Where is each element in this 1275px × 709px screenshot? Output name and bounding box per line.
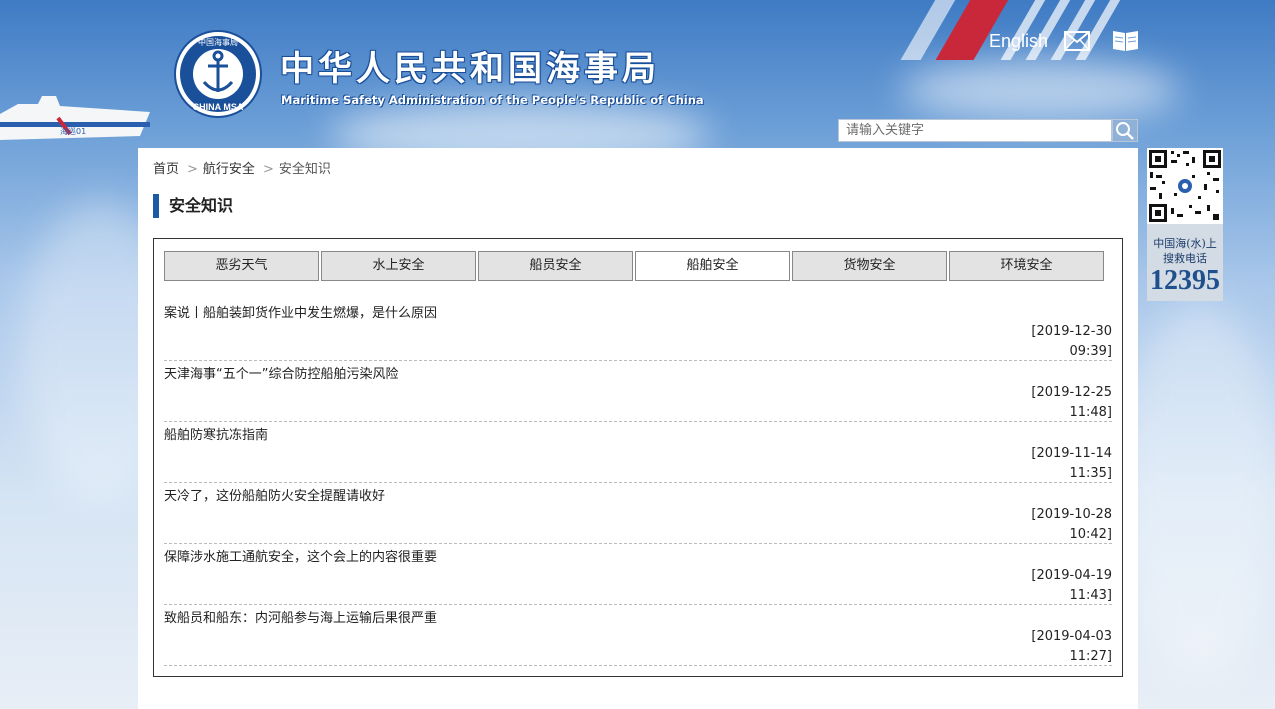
news-title-link[interactable]: 船舶防寒抗冻指南: [164, 424, 268, 443]
svg-text:中国海事局: 中国海事局: [198, 37, 238, 47]
list-item: 天冷了，这份船舶防火安全提醒请收好 [2019-10-28 10:42]: [164, 483, 1112, 544]
list-item: 致船员和船东：内河船参与海上运输后果很严重 [2019-04-03 11:27]: [164, 605, 1112, 666]
hotline-label: 中国海(水)上 搜救电话: [1153, 237, 1217, 265]
book-icon[interactable]: [1112, 28, 1139, 52]
breadcrumb-navigation-safety[interactable]: 航行安全: [203, 162, 255, 177]
mail-icon[interactable]: [1064, 31, 1090, 51]
site-header: 海巡01 中国海事局 CHINA MSA 中华人民共和国海事局 Maritime…: [0, 0, 1275, 148]
tab-water-safety[interactable]: 水上安全: [321, 251, 476, 281]
breadcrumb: 首页 > 航行安全 > 安全知识: [153, 158, 331, 177]
news-title-link[interactable]: 保障涉水施工通航安全，这个会上的内容很重要: [164, 546, 437, 565]
breadcrumb-separator: >: [262, 162, 274, 177]
news-date: [2019-10-28 10:42]: [1031, 507, 1112, 542]
list-item: 保障涉水施工通航安全，这个会上的内容很重要 [2019-04-19 11:43]: [164, 544, 1112, 605]
news-date: [2019-12-25 11:48]: [1031, 385, 1112, 420]
site-title-cn: 中华人民共和国海事局: [280, 49, 660, 89]
search-button[interactable]: [1112, 119, 1138, 142]
msa-logo[interactable]: 中国海事局 CHINA MSA: [174, 30, 262, 118]
breadcrumb-home[interactable]: 首页: [153, 162, 179, 177]
hotline-panel[interactable]: 中国海(水)上 搜救电话 12395: [1147, 148, 1223, 301]
search-input[interactable]: [838, 119, 1112, 142]
svg-text:CHINA MSA: CHINA MSA: [193, 102, 244, 112]
breadcrumb-current: 安全知识: [278, 162, 331, 177]
news-title-link[interactable]: 天津海事“五个一”综合防控船舶污染风险: [164, 363, 398, 382]
news-title-link[interactable]: 天冷了，这份船舶防火安全提醒请收好: [164, 485, 385, 504]
hotline-number: 12395: [1150, 265, 1220, 296]
qr-code-image: [1147, 148, 1223, 224]
category-tabs: 恶劣天气 水上安全 船员安全 船舶安全 货物安全 环境安全: [164, 251, 1106, 281]
list-item: 天津海事“五个一”综合防控船舶污染风险 [2019-12-25 11:48]: [164, 361, 1112, 422]
news-title-link[interactable]: 案说丨船舶装卸货作业中发生燃爆，是什么原因: [164, 302, 437, 321]
tab-environment-safety[interactable]: 环境安全: [949, 251, 1104, 281]
cloud: [1120, 300, 1275, 680]
news-list: 案说丨船舶装卸货作业中发生燃爆，是什么原因 [2019-12-30 09:39] …: [164, 300, 1112, 666]
news-date: [2019-04-19 11:43]: [1031, 568, 1112, 603]
search-icon: [1116, 122, 1134, 140]
site-title-en: Maritime Safety Administration of the Pe…: [281, 93, 704, 107]
patrol-ship-image: 海巡01: [0, 96, 150, 140]
breadcrumb-separator: >: [187, 162, 198, 177]
tab-bad-weather[interactable]: 恶劣天气: [164, 251, 319, 281]
news-date: [2019-04-03 11:27]: [1031, 629, 1112, 664]
list-item: 案说丨船舶装卸货作业中发生燃爆，是什么原因 [2019-12-30 09:39]: [164, 300, 1112, 361]
news-date: [2019-12-30 09:39]: [1031, 324, 1112, 359]
page-title: 安全知识: [153, 194, 233, 218]
content-box: 恶劣天气 水上安全 船员安全 船舶安全 货物安全 环境安全 案说丨船舶装卸货作业…: [153, 238, 1123, 677]
main-content: 首页 > 航行安全 > 安全知识 安全知识 恶劣天气 水上安全 船员安全 船舶安全 货物…: [138, 148, 1138, 709]
tab-crew-safety[interactable]: 船员安全: [478, 251, 633, 281]
tab-cargo-safety[interactable]: 货物安全: [792, 251, 947, 281]
list-item: 船舶防寒抗冻指南 [2019-11-14 11:35]: [164, 422, 1112, 483]
news-date: [2019-11-14 11:35]: [1031, 446, 1112, 481]
english-link[interactable]: English: [989, 31, 1048, 52]
tab-ship-safety[interactable]: 船舶安全: [635, 251, 790, 281]
ship-label: 海巡01: [60, 126, 86, 136]
news-title-link[interactable]: 致船员和船东：内河船参与海上运输后果很严重: [164, 607, 437, 626]
